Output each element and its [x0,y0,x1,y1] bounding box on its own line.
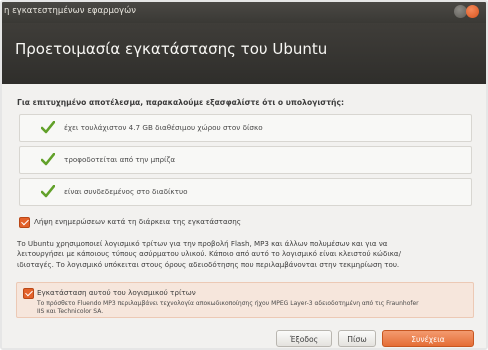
info-line: λειτουργήσει με κάποιους τύπους ασύρματο… [17,249,401,259]
requirement-label: τροφοδοτείται από την μπρίζα [64,155,176,164]
main-content: Για επιτυχημένο αποτέλεσμα, παρακαλούμε … [2,84,486,348]
back-button[interactable]: Πίσω [338,330,376,347]
third-party-info-text: Το Ubuntu χρησιμοποιεί λογισμικό τρίτων … [17,239,477,270]
title-bar[interactable]: η εγκατεστημένων εφαρμογών [2,2,486,23]
requirement-label: έχει τουλάχιστον 4.7 GB διαθέσιμου χώρου… [64,123,263,132]
requirement-internet: είναι συνδεδεμένος στο διαδίκτυο [19,178,472,206]
page-title: Προετοιμασία εγκατάστασης του Ubuntu [15,40,328,58]
requirement-disk-space: έχει τουλάχιστον 4.7 GB διαθέσιμου χώρου… [19,114,472,142]
third-party-label[interactable]: Εγκατάσταση αυτού του λογισμικού τρίτων [37,288,196,297]
checkmark-icon [41,153,55,166]
description-line: IIS και Technicolor SA. [37,307,104,315]
third-party-checkbox[interactable] [23,288,34,299]
third-party-description: Το πρόσθετο Fluendo MP3 περιλαμβάνει τεχ… [37,300,457,315]
third-party-option[interactable]: Εγκατάσταση αυτού του λογισμικού τρίτων … [16,282,474,318]
page-header: Προετοιμασία εγκατάστασης του Ubuntu [2,23,486,84]
download-updates-checkbox[interactable] [19,217,30,228]
requirement-label: είναι συνδεδεμένος στο διαδίκτυο [64,187,188,196]
description-line: Το πρόσθετο Fluendo MP3 περιλαμβάνει τεχ… [37,300,419,307]
intro-text: Για επιτυχημένο αποτέλεσμα, παρακαλούμε … [17,98,345,107]
checkmark-icon [41,185,55,198]
requirements-list: έχει τουλάχιστον 4.7 GB διαθέσιμου χώρου… [19,114,472,210]
info-line: Το Ubuntu χρησιμοποιεί λογισμικό τρίτων … [17,239,388,248]
continue-button[interactable]: Συνέχεια [382,330,474,347]
window-controls [452,5,482,19]
checkmark-icon [41,121,55,134]
info-line: ιδιοταγές. Το λογισμικό υπόκειται στους … [17,259,400,269]
download-updates-option[interactable]: Λήψη ενημερώσεων κατά τη διάρκεια της εγ… [19,216,419,228]
quit-button[interactable]: Έξοδος [276,330,332,347]
installer-window: η εγκατεστημένων εφαρμογών Προετοιμασία … [0,0,488,350]
requirement-power: τροφοδοτείται από την μπρίζα [19,146,472,174]
download-updates-label[interactable]: Λήψη ενημερώσεων κατά τη διάρκεια της εγ… [34,217,241,226]
close-icon[interactable] [466,5,479,18]
window-title: η εγκατεστημένων εφαρμογών [4,6,136,16]
